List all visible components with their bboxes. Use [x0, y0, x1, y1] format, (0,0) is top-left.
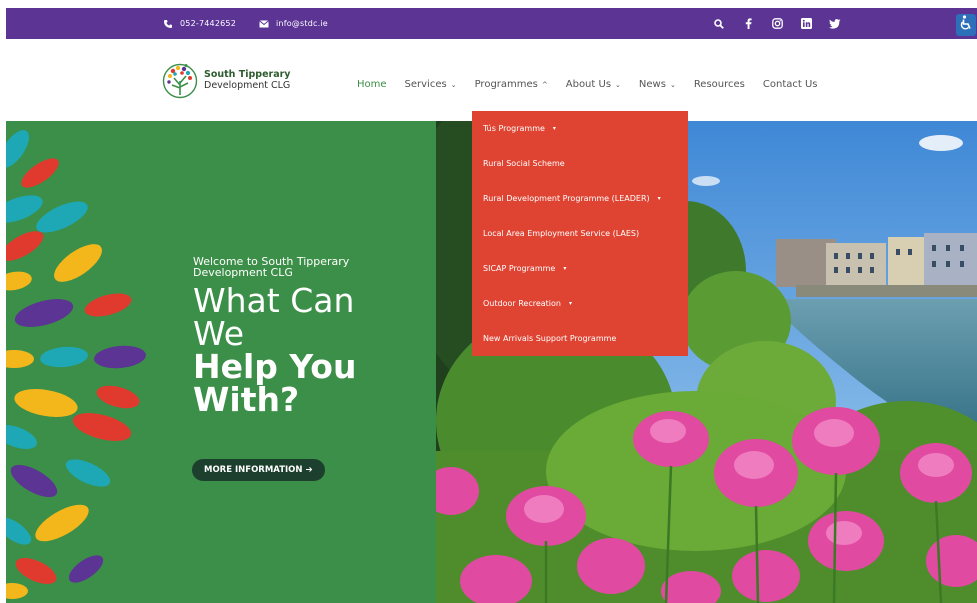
phone-icon: [162, 18, 174, 30]
chevron-down-icon: ⌄: [615, 80, 621, 89]
nav-services[interactable]: Services ⌄: [405, 79, 457, 90]
page: 052-7442652 info@stdc.ie South Tipperary…: [0, 0, 977, 603]
hero-heading-line-3: Help You: [193, 347, 357, 386]
nav-news[interactable]: News ⌄: [639, 79, 676, 90]
accessibility-icon: [959, 15, 973, 35]
chevron-down-icon: ▾: [552, 125, 556, 132]
menu-item-label: Tús Programme: [483, 124, 545, 133]
menu-item-label: New Arrivals Support Programme: [483, 334, 617, 343]
hero-text: Welcome to South Tipperary Development C…: [193, 256, 373, 416]
menu-item-tus-programme[interactable]: Tús Programme ▾: [472, 111, 688, 146]
hero-subtitle: Welcome to South Tipperary Development C…: [193, 255, 350, 279]
twitter-icon[interactable]: [828, 17, 842, 31]
chevron-down-icon: ▾: [568, 300, 572, 307]
search-icon[interactable]: [712, 17, 726, 31]
menu-item-label: Outdoor Recreation: [483, 299, 561, 308]
menu-item-new-arrivals-support[interactable]: New Arrivals Support Programme: [472, 321, 688, 356]
nav-contact-us[interactable]: Contact Us: [763, 79, 818, 90]
logo-text: South Tipperary Development CLG: [204, 69, 291, 91]
menu-item-label: Local Area Employment Service (LAES): [483, 229, 640, 238]
nav-programmes-label: Programmes: [474, 79, 538, 90]
chevron-down-icon: ▾: [657, 195, 661, 202]
accessibility-button[interactable]: [956, 14, 976, 36]
site-logo[interactable]: South Tipperary Development CLG: [161, 61, 291, 99]
tree-logo-icon: [162, 63, 198, 99]
hero-heading-line-2: We: [193, 314, 244, 353]
nav-about-us[interactable]: About Us ⌄: [566, 79, 621, 90]
nav-contact-us-label: Contact Us: [762, 79, 818, 90]
programmes-dropdown: Tús Programme ▾ Rural Social Scheme Rural…: [472, 111, 688, 356]
main-nav: Home Services ⌄ Programmes ^ About Us ⌄ New…: [357, 79, 836, 90]
menu-item-sicap-programme[interactable]: SICAP Programme ▾: [472, 251, 688, 286]
nav-news-label: News: [638, 79, 666, 90]
logo-line-1: South Tipperary: [204, 69, 291, 80]
hero-panel: Welcome to South Tipperary Development C…: [6, 121, 436, 603]
nav-resources-label: Resources: [693, 79, 745, 90]
email-link[interactable]: info@stdc.ie: [276, 19, 328, 28]
menu-item-outdoor-recreation[interactable]: Outdoor Recreation ▾: [472, 286, 688, 321]
email-icon: [258, 18, 270, 30]
menu-item-label: Rural Social Scheme: [483, 159, 565, 168]
decorative-leaves: [6, 130, 146, 599]
menu-item-label: Rural Development Programme (LEADER): [483, 194, 650, 203]
hero-heading-line-1: What Can: [193, 281, 355, 320]
nav-home-label: Home: [357, 79, 387, 90]
menu-item-local-area-employment-service[interactable]: Local Area Employment Service (LAES): [472, 216, 688, 251]
phone-link[interactable]: 052-7442652: [180, 19, 236, 28]
more-information-button[interactable]: MORE INFORMATION ➔: [192, 459, 325, 481]
chevron-down-icon: ⌄: [669, 80, 676, 89]
chevron-up-icon: ^: [541, 80, 548, 89]
nav-resources[interactable]: Resources: [694, 79, 745, 90]
hero-heading-line-4: With?: [193, 380, 300, 419]
nav-programmes[interactable]: Programmes ^: [475, 79, 548, 90]
menu-item-label: SICAP Programme: [483, 264, 556, 273]
facebook-icon[interactable]: [741, 17, 755, 31]
menu-item-rural-social-scheme[interactable]: Rural Social Scheme: [472, 146, 688, 181]
nav-home[interactable]: Home: [357, 79, 387, 90]
social-links: [712, 8, 842, 39]
site-header: South Tipperary Development CLG Home Ser…: [0, 39, 977, 121]
menu-item-rural-development-programme[interactable]: Rural Development Programme (LEADER) ▾: [472, 181, 688, 216]
nav-about-us-label: About Us: [565, 79, 612, 90]
chevron-down-icon: ▾: [563, 265, 567, 272]
contact-info: 052-7442652 info@stdc.ie: [162, 8, 350, 39]
linkedin-icon[interactable]: [799, 17, 813, 31]
logo-line-2: Development CLG: [204, 80, 291, 91]
chevron-down-icon: ⌄: [450, 80, 457, 89]
top-bar: 052-7442652 info@stdc.ie: [6, 8, 977, 39]
instagram-icon[interactable]: [770, 17, 784, 31]
nav-services-label: Services: [404, 79, 447, 90]
